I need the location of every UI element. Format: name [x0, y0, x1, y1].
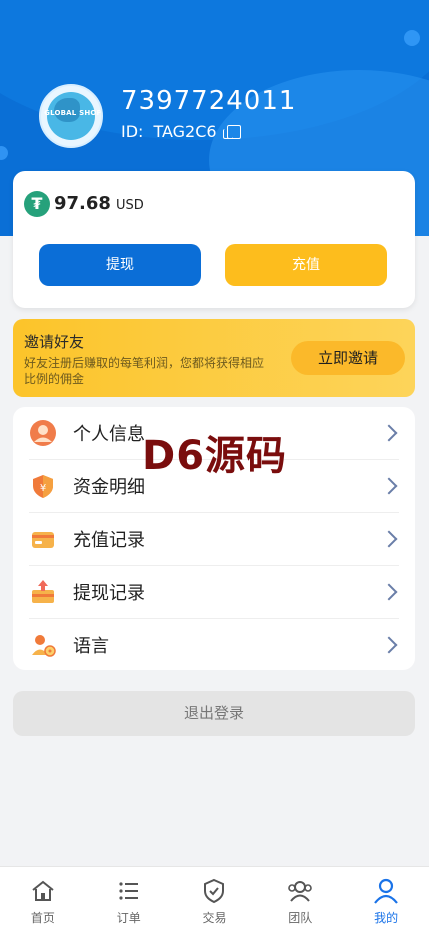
balance-card: ₮ 97.68 USD 提现 充值: [13, 171, 415, 308]
language-person-icon: [29, 631, 57, 659]
chevron-right-icon: [380, 583, 398, 601]
header-dot: [0, 146, 8, 160]
shield-check-icon: [200, 877, 228, 905]
chevron-right-icon: [380, 477, 398, 495]
tab-orders[interactable]: 订单: [86, 867, 172, 930]
chevron-right-icon: [380, 636, 398, 654]
withdraw-button[interactable]: 提现: [39, 244, 201, 286]
user-id: ID: TAG2C6: [121, 122, 241, 141]
list-icon: [115, 877, 143, 905]
chevron-right-icon: [380, 530, 398, 548]
tab-mine[interactable]: 我的: [343, 867, 429, 930]
fund-shield-icon: ¥: [29, 472, 57, 500]
username: 7397724011: [121, 86, 297, 116]
invite-description: 好友注册后赚取的每笔利润，您都将获得相应比例的佣金: [24, 356, 265, 386]
invite-banner: 邀请好友 好友注册后赚取的每笔利润，您都将获得相应比例的佣金 立即邀请: [13, 319, 415, 397]
menu-item-recharge-records[interactable]: 充值记录: [29, 513, 399, 566]
profile-icon: [372, 877, 400, 905]
menu-item-label: 充值记录: [73, 530, 145, 551]
logout-button[interactable]: 退出登录: [13, 691, 415, 736]
user-id-label: ID:: [121, 122, 144, 141]
menu-item-language[interactable]: 语言: [29, 619, 399, 671]
tab-label: 订单: [116, 911, 141, 925]
menu-item-label: 语言: [73, 636, 109, 657]
avatar[interactable]: GLOBAL SHOP: [39, 84, 103, 148]
recharge-button[interactable]: 充值: [225, 244, 387, 286]
invite-title: 邀请好友: [24, 333, 85, 351]
tab-trade[interactable]: 交易: [172, 867, 258, 930]
tab-team[interactable]: 团队: [257, 867, 343, 930]
balance: 97.68 USD: [54, 193, 144, 214]
menu-item-withdraw-records[interactable]: 提现记录: [29, 566, 399, 619]
card-icon: [29, 525, 57, 553]
chevron-right-icon: [380, 424, 398, 442]
team-icon: [286, 877, 314, 905]
header-dot: [404, 30, 420, 46]
copy-icon[interactable]: [222, 124, 241, 139]
svg-text:¥: ¥: [40, 483, 46, 494]
tab-label: 交易: [202, 911, 227, 925]
bottom-tab-bar: 首页 订单 交易 团队 我的: [0, 866, 429, 930]
watermark: D6源码: [142, 433, 288, 479]
balance-currency: USD: [115, 198, 144, 213]
home-icon: [29, 877, 57, 905]
user-avatar-icon: [29, 419, 57, 447]
avatar-logo-text: GLOBAL SHOP: [44, 109, 102, 117]
tether-icon: ₮: [24, 191, 50, 217]
tab-home[interactable]: 首页: [0, 867, 86, 930]
tab-label: 团队: [288, 911, 313, 925]
invite-now-button[interactable]: 立即邀请: [291, 341, 405, 375]
tab-label: 首页: [30, 911, 55, 925]
menu-item-label: 提现记录: [73, 583, 145, 604]
balance-amount: 97.68: [54, 193, 111, 214]
withdraw-box-icon: [29, 578, 57, 606]
user-id-value: TAG2C6: [153, 122, 217, 141]
tab-label: 我的: [374, 911, 399, 925]
